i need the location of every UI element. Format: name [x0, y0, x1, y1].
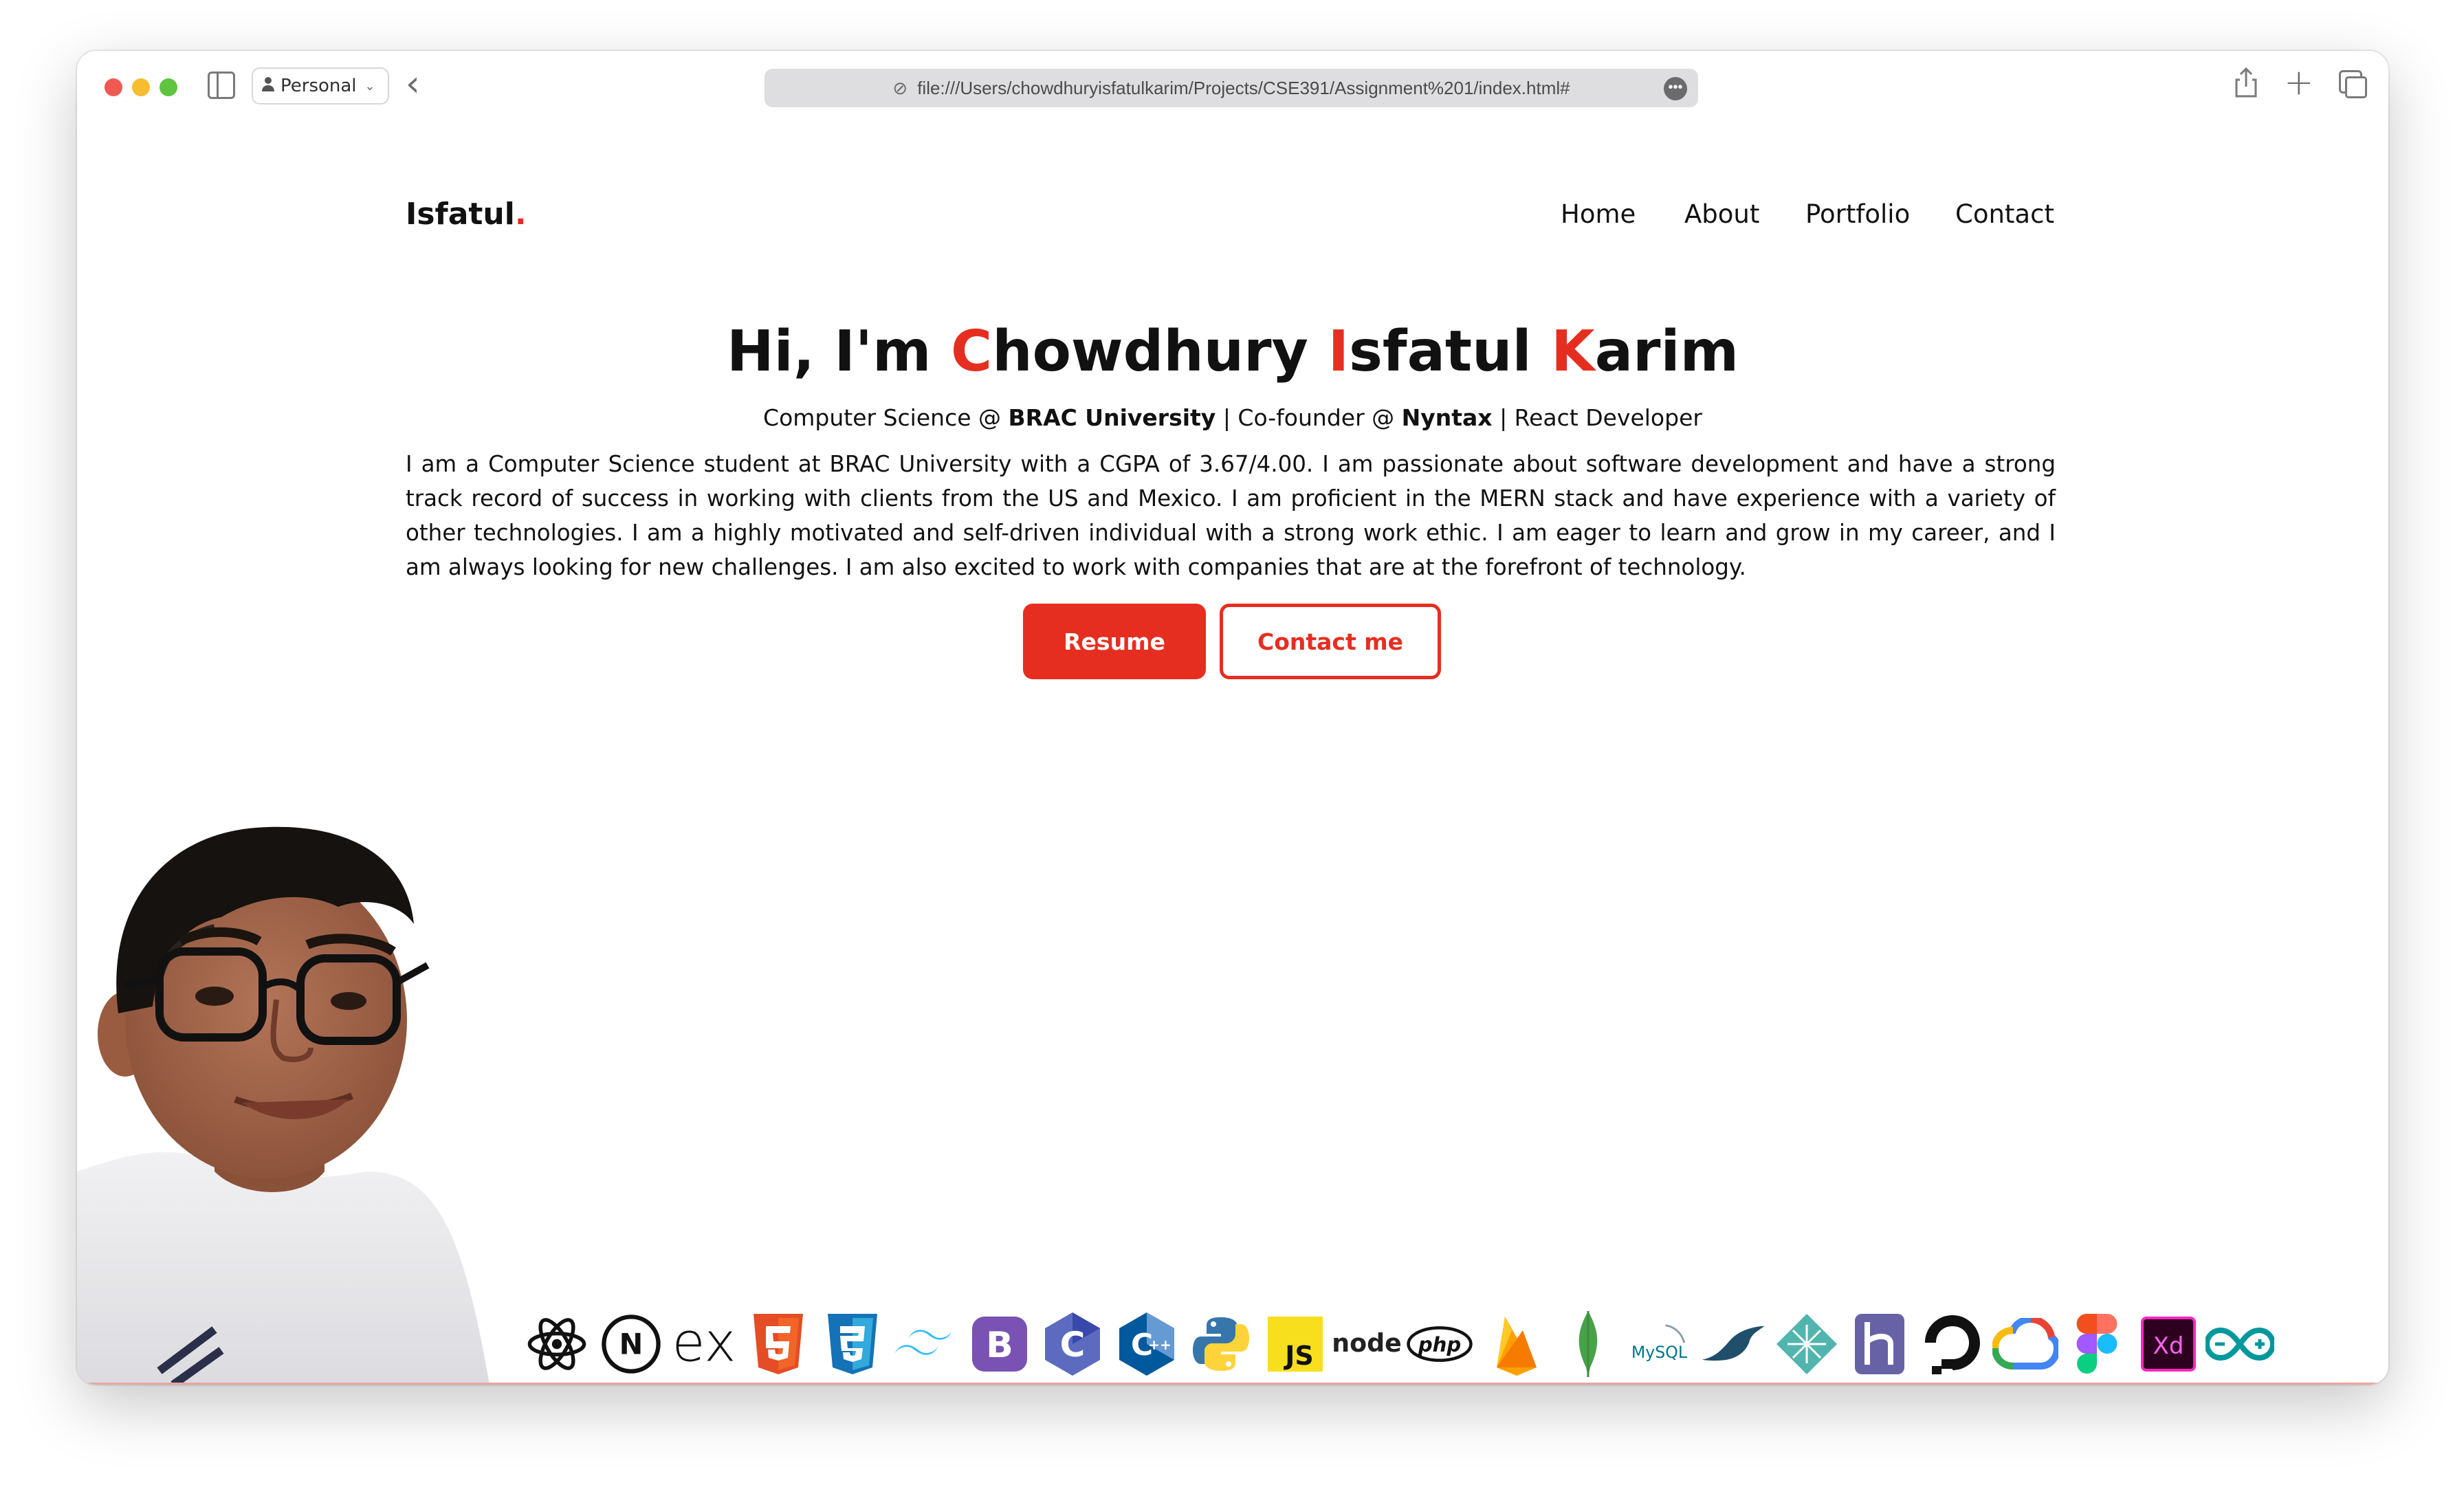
firebase-icon — [1482, 1306, 1551, 1382]
svg-text:B: B — [986, 1325, 1013, 1366]
nav-portfolio-link[interactable]: Portfolio — [1805, 199, 1910, 229]
svg-text:MySQL: MySQL — [1631, 1343, 1688, 1362]
html5-icon — [744, 1306, 813, 1382]
site-logo[interactable]: Isfatul. — [406, 197, 527, 232]
svg-text:N: N — [619, 1328, 644, 1361]
svg-text:JS: JS — [1283, 1341, 1314, 1371]
chevron-down-icon: ⌄ — [364, 78, 375, 94]
profile-label: Personal — [280, 76, 357, 96]
profile-photo — [77, 826, 490, 1385]
svg-text:node: node — [1332, 1328, 1401, 1358]
mysql-icon: MySQL — [1628, 1306, 1697, 1382]
hero-bio: I am a Computer Science student at BRAC … — [406, 451, 2056, 580]
share-icon[interactable] — [2234, 67, 2258, 104]
hero-subtitle: Computer Science @ BRAC University | Co-… — [763, 404, 1702, 431]
svg-text:Xd: Xd — [2153, 1332, 2184, 1360]
browser-toolbar: Personal ⌄ ‹ ⊘ file:///Users/chowdhuryis… — [77, 51, 2388, 122]
person-icon — [261, 76, 275, 97]
browser-window: Personal ⌄ ‹ ⊘ file:///Users/chowdhuryis… — [77, 51, 2388, 1385]
nav-home-link[interactable]: Home — [1561, 199, 1636, 229]
mariadb-icon — [1700, 1306, 1768, 1382]
more-options-icon[interactable]: ••• — [1664, 77, 1687, 100]
javascript-icon: JS — [1261, 1306, 1330, 1382]
nextjs-icon: N — [597, 1306, 666, 1382]
figma-icon — [2062, 1306, 2131, 1382]
sidebar-toggle-icon[interactable] — [208, 72, 235, 99]
address-bar[interactable]: ⊘ file:///Users/chowdhuryisfatulkarim/Pr… — [764, 69, 1698, 107]
digitalocean-icon — [1918, 1306, 1987, 1382]
profile-selector[interactable]: Personal ⌄ — [252, 67, 389, 104]
maximize-window-button[interactable] — [160, 78, 177, 96]
tech-stack-icons: N ex B C C ++ JS node php MySQL Xd — [522, 1306, 2372, 1382]
tailwind-icon — [891, 1306, 960, 1382]
svg-text:php: php — [1418, 1333, 1461, 1356]
page-bottom-border — [77, 1383, 2388, 1385]
css3-icon — [818, 1306, 887, 1382]
react-icon — [522, 1306, 591, 1382]
minimize-window-button[interactable] — [132, 78, 150, 96]
nav-contact-link[interactable]: Contact — [1955, 199, 2054, 229]
google-cloud-icon — [1991, 1306, 2060, 1382]
svg-text:ex: ex — [672, 1313, 736, 1374]
adobe-xd-icon: Xd — [2134, 1306, 2203, 1382]
page-info-icon: ⊘ — [892, 77, 908, 98]
mongodb-icon — [1554, 1306, 1622, 1382]
close-window-button[interactable] — [104, 78, 122, 96]
nav-about-link[interactable]: About — [1684, 199, 1759, 229]
web-page: Isfatul. Home About Portfolio Contact Hi… — [77, 122, 2388, 1385]
arduino-icon — [2206, 1306, 2274, 1382]
express-icon: ex — [670, 1306, 738, 1382]
heroku-icon — [1845, 1306, 1914, 1382]
hero-title: Hi, I'm Chowdhury Isfatul Karim — [726, 319, 1739, 384]
python-icon — [1187, 1306, 1255, 1382]
resume-button[interactable]: Resume — [1023, 604, 1206, 679]
bootstrap-icon: B — [965, 1306, 1034, 1382]
netlify-icon — [1772, 1306, 1841, 1382]
c-icon: C — [1038, 1306, 1107, 1382]
svg-text:++: ++ — [1148, 1336, 1172, 1353]
back-arrow-icon[interactable]: ‹ — [406, 63, 420, 104]
cpp-icon: C ++ — [1112, 1306, 1181, 1382]
php-icon: php — [1405, 1306, 1474, 1382]
svg-text:C: C — [1060, 1325, 1086, 1365]
tab-overview-icon[interactable] — [2339, 70, 2367, 98]
contact-me-button[interactable]: Contact me — [1220, 604, 1441, 679]
nodejs-icon: node — [1332, 1306, 1401, 1382]
url-text: file:///Users/chowdhuryisfatulkarim/Proj… — [917, 77, 1570, 98]
new-tab-icon[interactable]: + — [2284, 62, 2314, 103]
